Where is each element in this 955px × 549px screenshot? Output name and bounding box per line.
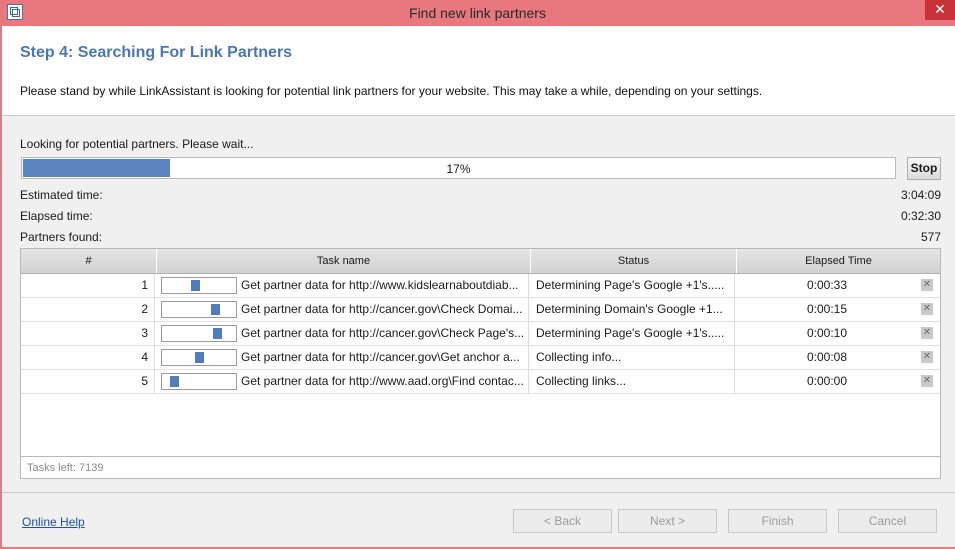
row-number: 2 xyxy=(21,298,155,321)
column-header-task-name[interactable]: Task name xyxy=(157,249,531,273)
row-number: 5 xyxy=(21,370,155,393)
elapsed-time-label: Elapsed time: xyxy=(20,209,93,223)
table-row[interactable]: 2 Get partner data for http://cancer.gov\… xyxy=(21,298,940,322)
task-activity-bar xyxy=(161,349,237,366)
task-elapsed-time: 0:00:08 xyxy=(806,350,848,364)
row-number: 3 xyxy=(21,322,155,345)
step-title: Step 4: Searching For Link Partners xyxy=(20,44,293,61)
column-header-number[interactable]: # xyxy=(21,249,157,273)
next-button[interactable]: Next > xyxy=(618,509,717,533)
task-elapsed-time: 0:00:00 xyxy=(806,374,848,388)
elapsed-time-row: Elapsed time: 0:32:30 xyxy=(20,209,941,225)
task-activity-marker xyxy=(211,304,220,315)
estimated-time-value: 3:04:09 xyxy=(900,188,941,202)
table-header: # Task name Status Elapsed Time xyxy=(21,249,940,274)
wizard-header: Step 4: Searching For Link Partners Plea… xyxy=(2,26,955,116)
finish-button[interactable]: Finish xyxy=(728,509,827,533)
partners-found-row: Partners found: 577 xyxy=(20,230,941,246)
estimated-time-label: Estimated time: xyxy=(20,188,103,202)
row-number: 1 xyxy=(21,274,155,297)
task-cell: Get partner data for http://cancer.gov\G… xyxy=(157,346,529,369)
task-table: # Task name Status Elapsed Time 1 Get par… xyxy=(20,248,941,479)
progress-percent: 17% xyxy=(446,162,471,176)
task-status: Collecting info... xyxy=(531,346,735,369)
online-help-link[interactable]: Online Help xyxy=(22,515,85,529)
search-progress-bar: 17% xyxy=(21,157,896,179)
table-row[interactable]: 3 Get partner data for http://cancer.gov\… xyxy=(21,322,940,346)
title-bar: Find new link partners ✕ xyxy=(0,0,955,26)
remove-task-icon[interactable]: ✕ xyxy=(921,279,933,291)
task-activity-bar xyxy=(161,325,237,342)
row-number: 4 xyxy=(21,346,155,369)
task-cell: Get partner data for http://cancer.gov\C… xyxy=(157,322,529,345)
task-elapsed-time: 0:00:33 xyxy=(806,278,848,292)
task-activity-marker xyxy=(213,328,222,339)
table-row[interactable]: 4 Get partner data for http://cancer.gov\… xyxy=(21,346,940,370)
task-status: Determining Domain's Google +1... xyxy=(531,298,735,321)
progress-status-text: Looking for potential partners. Please w… xyxy=(20,137,254,151)
task-activity-bar xyxy=(161,277,237,294)
step-description: Please stand by while LinkAssistant is l… xyxy=(20,84,763,98)
task-name: Get partner data for http://cancer.gov\G… xyxy=(241,350,520,364)
task-activity-bar xyxy=(161,373,237,390)
task-name: Get partner data for http://cancer.gov\C… xyxy=(241,326,525,340)
column-header-elapsed-time[interactable]: Elapsed Time xyxy=(737,249,940,273)
wizard-window: Step 4: Searching For Link Partners Plea… xyxy=(2,26,955,547)
task-name: Get partner data for http://www.kidslear… xyxy=(241,278,519,292)
remove-task-icon[interactable]: ✕ xyxy=(921,375,933,387)
close-button[interactable]: ✕ xyxy=(925,0,955,20)
stop-button[interactable]: Stop xyxy=(907,157,941,180)
column-header-status[interactable]: Status xyxy=(531,249,737,273)
task-status: Determining Page's Google +1's..... xyxy=(531,322,735,345)
task-name: Get partner data for http://cancer.gov\C… xyxy=(241,302,523,316)
table-row[interactable]: 1 Get partner data for http://www.kidslea… xyxy=(21,274,940,298)
task-activity-marker xyxy=(170,376,179,387)
elapsed-time-value: 0:32:30 xyxy=(900,209,941,223)
remove-task-icon[interactable]: ✕ xyxy=(921,327,933,339)
task-cell: Get partner data for http://cancer.gov\C… xyxy=(157,298,529,321)
estimated-time-row: Estimated time: 3:04:09 xyxy=(20,188,941,204)
cancel-button[interactable]: Cancel xyxy=(838,509,937,533)
table-row[interactable]: 5 Get partner data for http://www.aad.org… xyxy=(21,370,940,394)
partners-found-label: Partners found: xyxy=(20,230,103,244)
remove-task-icon[interactable]: ✕ xyxy=(921,351,933,363)
task-elapsed-time: 0:00:15 xyxy=(806,302,848,316)
back-button[interactable]: < Back xyxy=(513,509,612,533)
task-activity-marker xyxy=(191,280,200,291)
task-cell: Get partner data for http://www.kidslear… xyxy=(157,274,529,297)
task-activity-marker xyxy=(195,352,204,363)
footer-divider xyxy=(2,492,955,493)
task-cell: Get partner data for http://www.aad.org\… xyxy=(157,370,529,393)
partners-found-value: 577 xyxy=(920,230,941,244)
task-name: Get partner data for http://www.aad.org\… xyxy=(241,374,524,388)
window-title: Find new link partners xyxy=(409,5,546,21)
task-activity-bar xyxy=(161,301,237,318)
tasks-left-label: Tasks left: 7139 xyxy=(21,456,940,478)
task-status: Collecting links... xyxy=(531,370,735,393)
remove-task-icon[interactable]: ✕ xyxy=(921,303,933,315)
task-elapsed-time: 0:00:10 xyxy=(806,326,848,340)
task-status: Determining Page's Google +1's..... xyxy=(531,274,735,297)
